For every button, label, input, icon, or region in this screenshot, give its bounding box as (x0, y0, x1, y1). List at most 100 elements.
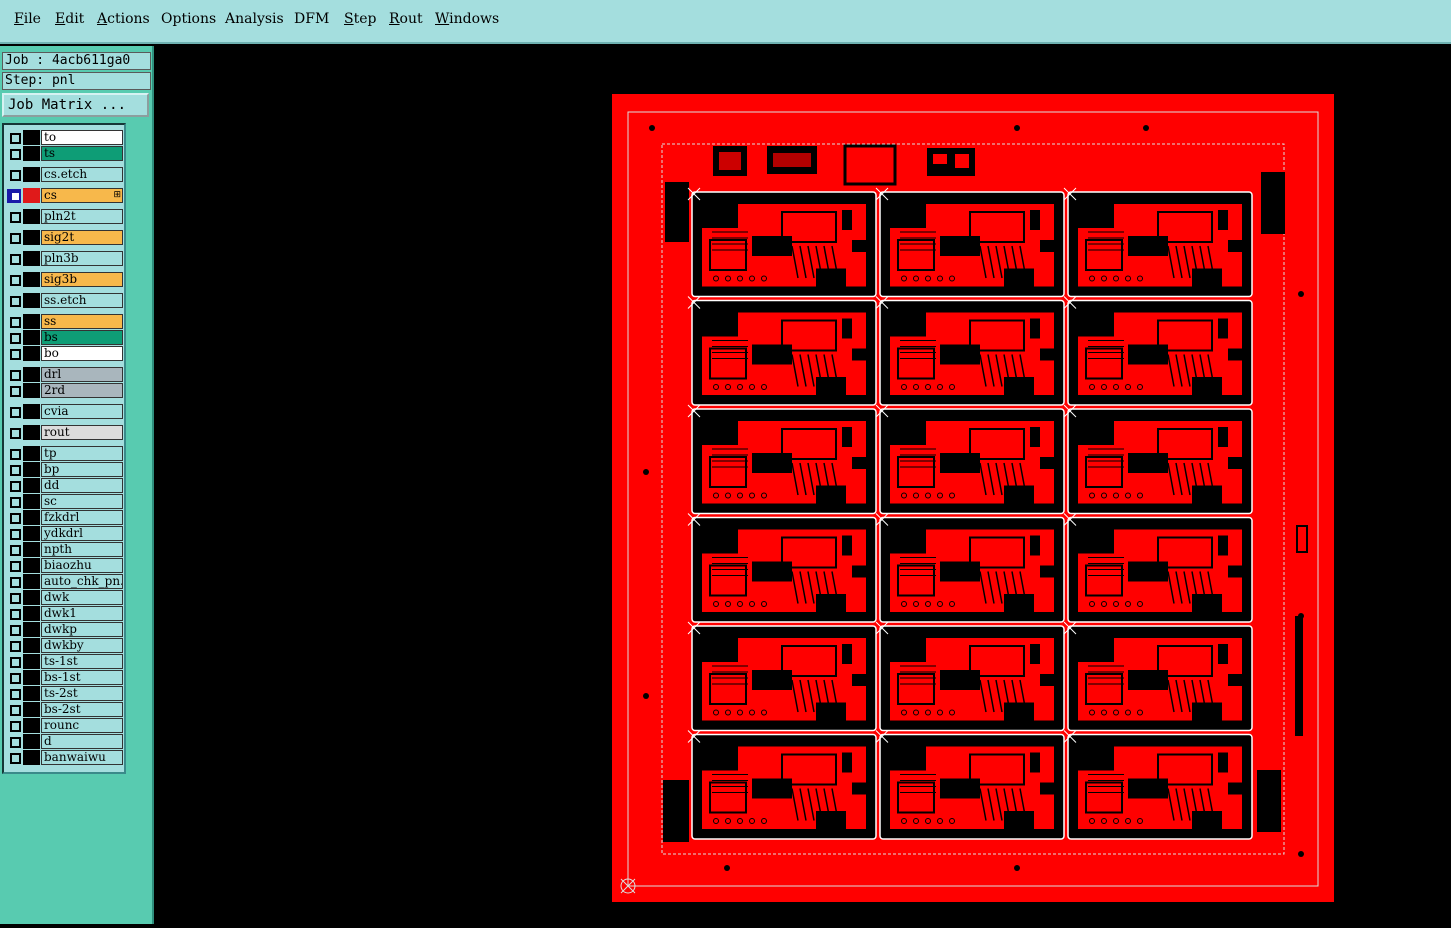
layer-work-indicator[interactable] (23, 542, 40, 557)
layer-work-indicator[interactable] (23, 330, 40, 345)
layer-checkbox[interactable] (7, 168, 21, 182)
layer-name-label[interactable]: fzkdrl (41, 510, 123, 525)
layer-name-label[interactable]: bs-1st (41, 670, 123, 685)
layer-work-indicator[interactable] (23, 654, 40, 669)
layer-name-label[interactable]: bo (41, 346, 123, 361)
layer-work-indicator[interactable] (23, 574, 40, 589)
layer-work-indicator[interactable] (23, 383, 40, 398)
layer-work-indicator[interactable] (23, 702, 40, 717)
layer-work-indicator[interactable] (23, 167, 40, 182)
layer-work-indicator[interactable] (23, 293, 40, 308)
layer-name-label[interactable]: dwk1 (41, 606, 123, 621)
layer-work-indicator[interactable] (23, 526, 40, 541)
layer-name-label[interactable]: cs.etch (41, 167, 123, 182)
layer-work-indicator[interactable] (23, 750, 40, 765)
layer-checkbox[interactable] (7, 189, 21, 203)
layer-checkbox[interactable] (7, 331, 21, 345)
layer-name-label[interactable]: biaozhu (41, 558, 123, 573)
menu-dfm[interactable]: DFM (294, 11, 329, 27)
layer-work-indicator[interactable] (23, 209, 40, 224)
layer-checkbox[interactable] (7, 575, 21, 589)
layer-name-label[interactable]: rounc (41, 718, 123, 733)
layer-work-indicator[interactable] (23, 367, 40, 382)
layer-name-label[interactable]: ts-2st (41, 686, 123, 701)
layer-checkbox[interactable] (7, 405, 21, 419)
layer-work-indicator[interactable] (23, 188, 40, 203)
layer-checkbox[interactable] (7, 591, 21, 605)
layer-work-indicator[interactable] (23, 130, 40, 145)
layer-checkbox[interactable] (7, 543, 21, 557)
layer-name-label[interactable]: ss.etch (41, 293, 123, 308)
layer-name-label[interactable]: banwaiwu (41, 750, 123, 765)
layer-name-label[interactable]: ts (41, 146, 123, 161)
layer-name-label[interactable]: tp (41, 446, 123, 461)
layer-checkbox[interactable] (7, 231, 21, 245)
layer-work-indicator[interactable] (23, 462, 40, 477)
layer-work-indicator[interactable] (23, 734, 40, 749)
job-matrix-button[interactable]: Job Matrix ... (2, 93, 149, 117)
menu-rout[interactable]: Rout (389, 11, 423, 27)
layer-checkbox[interactable] (7, 463, 21, 477)
layer-name-label[interactable]: sig3b (41, 272, 123, 287)
layer-work-indicator[interactable] (23, 606, 40, 621)
layer-work-indicator[interactable] (23, 404, 40, 419)
menu-analysis[interactable]: Analysis (225, 11, 284, 27)
layer-checkbox[interactable] (7, 273, 21, 287)
layer-checkbox[interactable] (7, 623, 21, 637)
layer-checkbox[interactable] (7, 655, 21, 669)
layer-checkbox[interactable] (7, 703, 21, 717)
layer-name-label[interactable]: pln3b (41, 251, 123, 266)
layer-name-label[interactable]: cvia (41, 404, 123, 419)
layer-checkbox[interactable] (7, 294, 21, 308)
layer-name-label[interactable]: bs (41, 330, 123, 345)
layer-name-label[interactable]: dd (41, 478, 123, 493)
menu-windows[interactable]: Windows (435, 11, 499, 27)
layer-name-label[interactable]: pln2t (41, 209, 123, 224)
menu-options[interactable]: Options (161, 11, 216, 27)
layer-work-indicator[interactable] (23, 230, 40, 245)
menu-actions[interactable]: Actions (97, 11, 150, 27)
layer-checkbox[interactable] (7, 559, 21, 573)
layer-name-label[interactable]: sig2t (41, 230, 123, 245)
layer-work-indicator[interactable] (23, 425, 40, 440)
layer-checkbox[interactable] (7, 210, 21, 224)
layer-name-label[interactable]: ss (41, 314, 123, 329)
layer-checkbox[interactable] (7, 447, 21, 461)
layer-name-label[interactable]: to (41, 130, 123, 145)
layer-name-label[interactable]: ydkdrl (41, 526, 123, 541)
menu-edit[interactable]: Edit (55, 11, 84, 27)
layer-work-indicator[interactable] (23, 346, 40, 361)
layer-checkbox[interactable] (7, 147, 21, 161)
layer-name-label[interactable]: rout (41, 425, 123, 440)
layer-checkbox[interactable] (7, 687, 21, 701)
layer-checkbox[interactable] (7, 527, 21, 541)
layer-name-label[interactable]: dwk (41, 590, 123, 605)
layer-work-indicator[interactable] (23, 670, 40, 685)
layer-work-indicator[interactable] (23, 510, 40, 525)
layer-checkbox[interactable] (7, 751, 21, 765)
layer-name-label[interactable]: dwkby (41, 638, 123, 653)
layer-work-indicator[interactable] (23, 446, 40, 461)
layer-work-indicator[interactable] (23, 272, 40, 287)
layer-name-label[interactable]: sc (41, 494, 123, 509)
layer-checkbox[interactable] (7, 671, 21, 685)
layer-checkbox[interactable] (7, 719, 21, 733)
layer-checkbox[interactable] (7, 426, 21, 440)
layer-work-indicator[interactable] (23, 146, 40, 161)
menu-step[interactable]: Step (344, 11, 376, 27)
layer-name-label[interactable]: drl (41, 367, 123, 382)
layer-work-indicator[interactable] (23, 622, 40, 637)
layer-checkbox[interactable] (7, 479, 21, 493)
layer-name-label[interactable]: d (41, 734, 123, 749)
layer-checkbox[interactable] (7, 131, 21, 145)
layer-name-label[interactable]: ts-1st (41, 654, 123, 669)
layer-work-indicator[interactable] (23, 478, 40, 493)
layer-checkbox[interactable] (7, 347, 21, 361)
graphic-editor-canvas[interactable] (155, 46, 1451, 924)
layer-work-indicator[interactable] (23, 494, 40, 509)
layer-name-label[interactable]: 2rd (41, 383, 123, 398)
layer-work-indicator[interactable] (23, 314, 40, 329)
layer-name-label[interactable]: cs ⊞ (41, 188, 123, 203)
layer-name-label[interactable]: bs-2st (41, 702, 123, 717)
layer-checkbox[interactable] (7, 315, 21, 329)
